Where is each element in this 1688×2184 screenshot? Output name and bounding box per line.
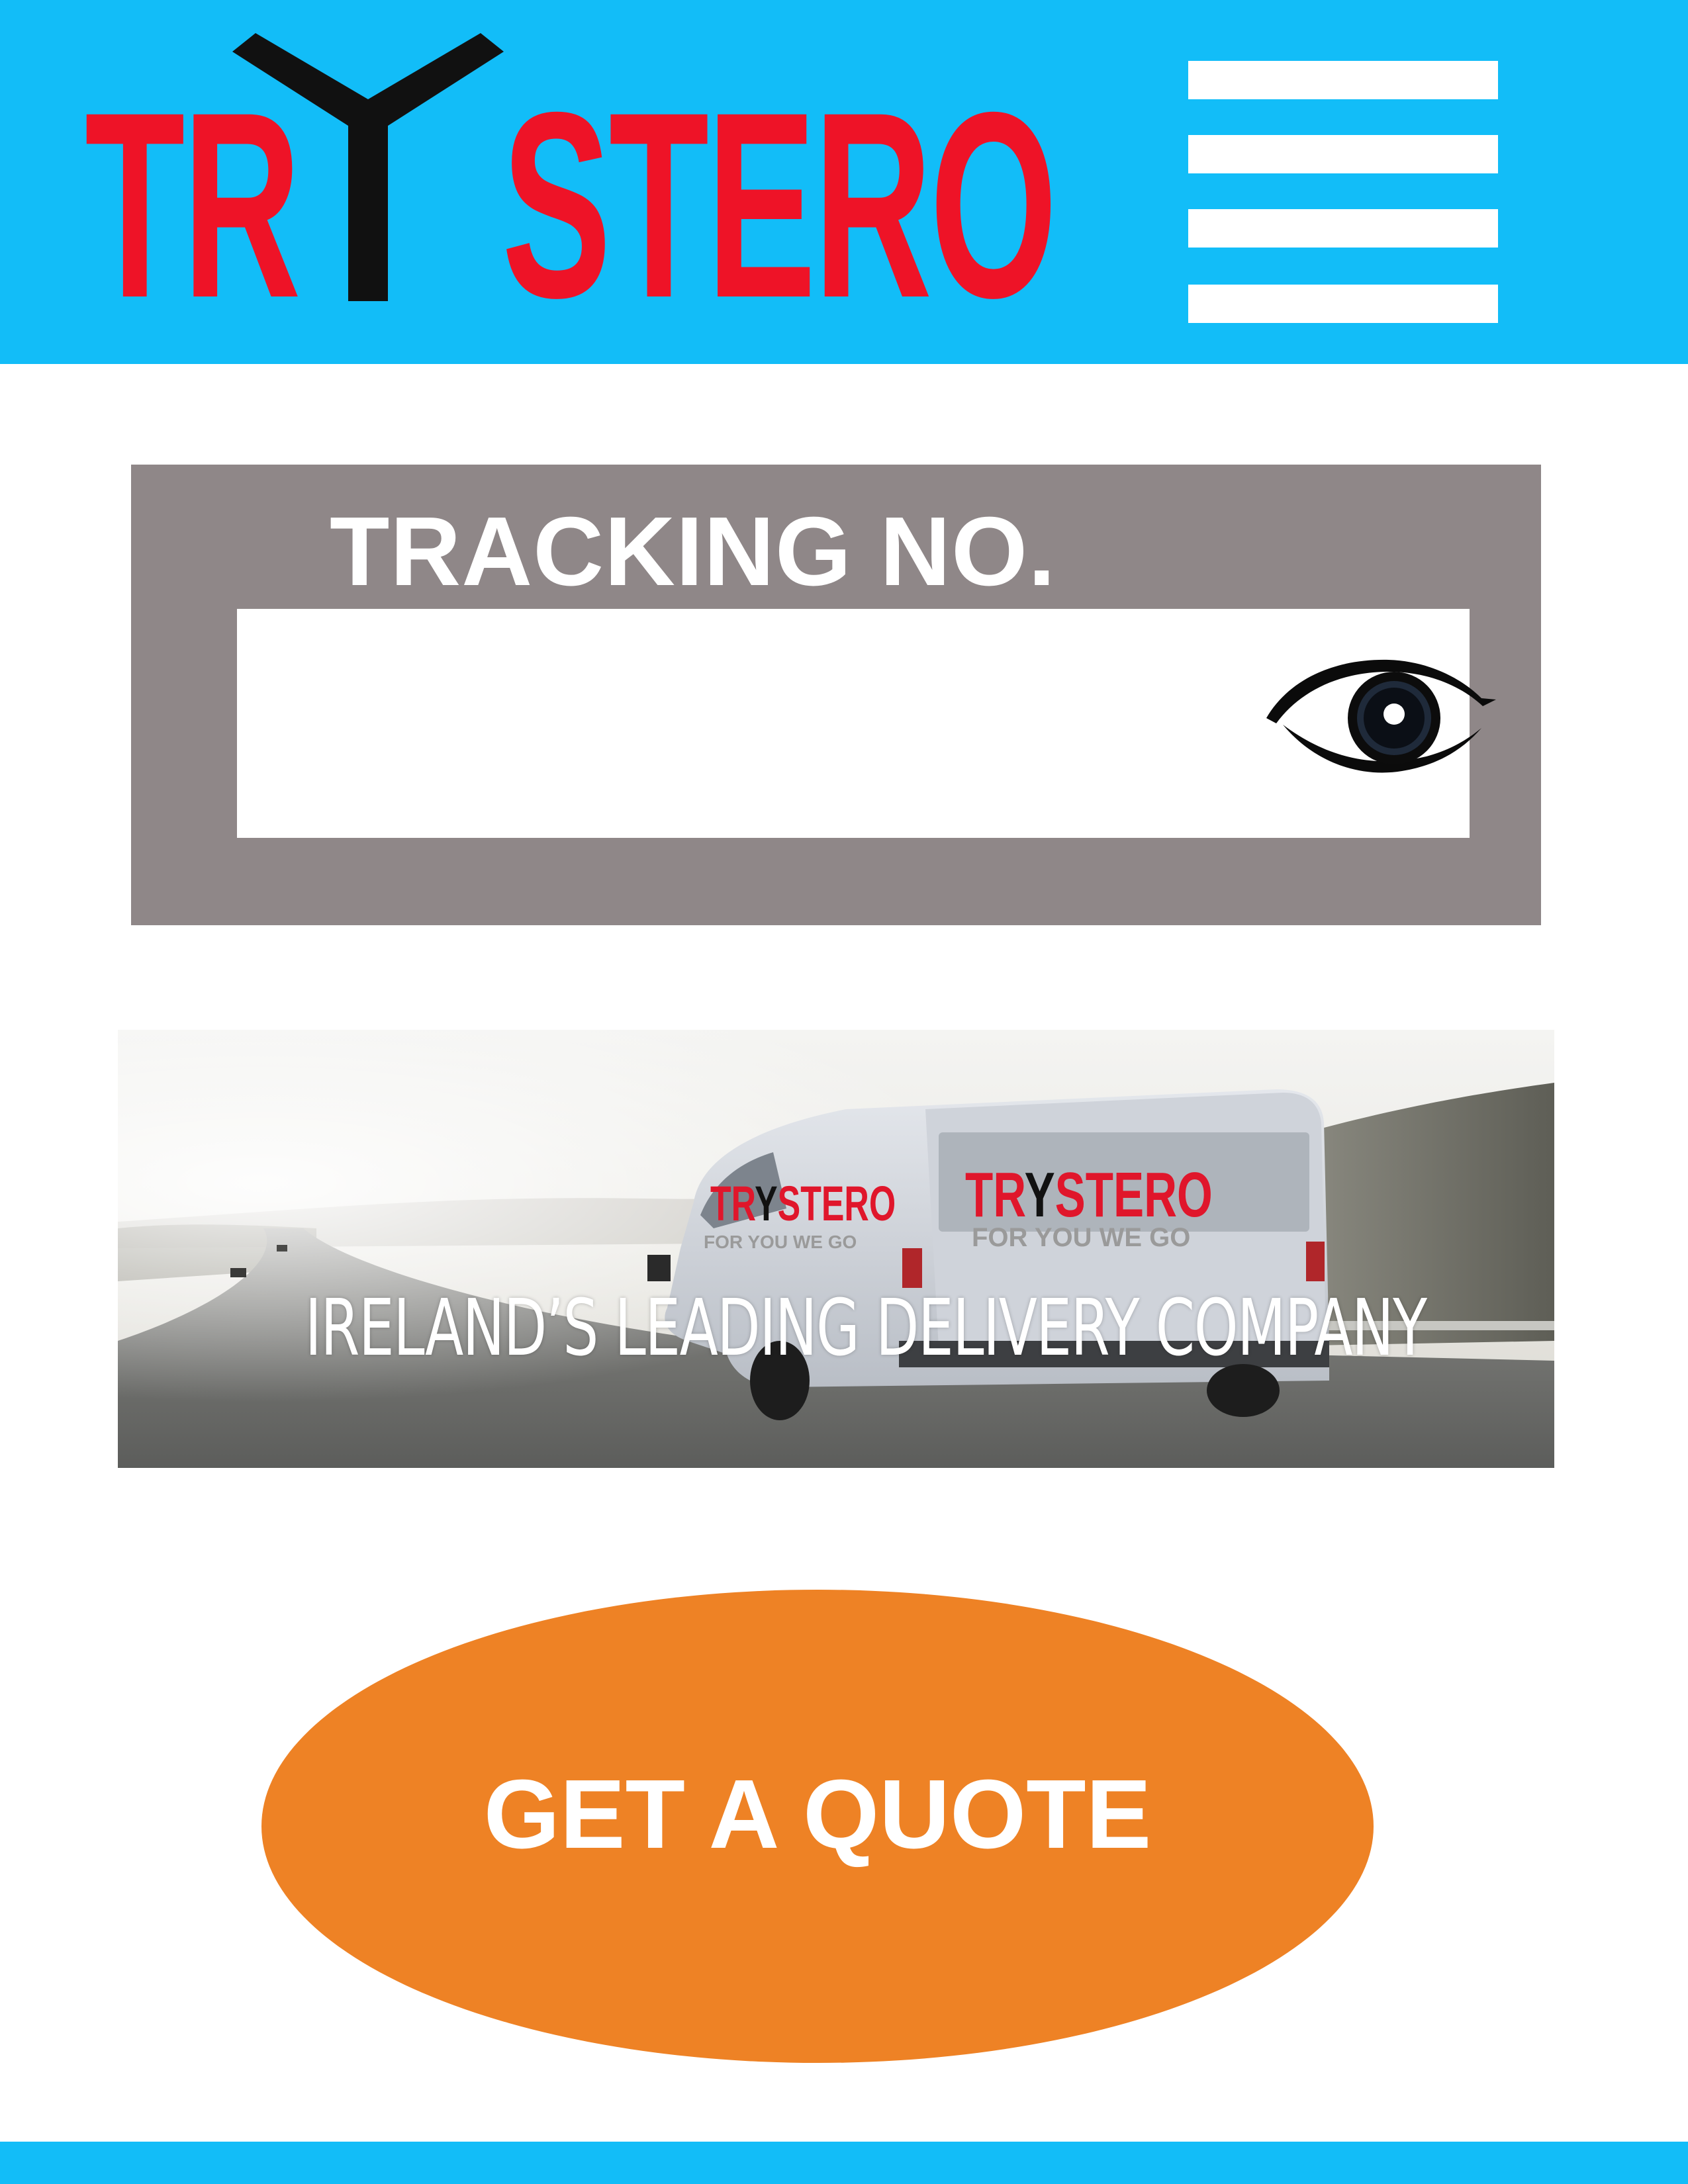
- van-side-tagline: FOR YOU WE GO: [704, 1232, 857, 1252]
- menu-bar: [1188, 61, 1498, 99]
- tracking-input-box: [237, 609, 1496, 838]
- van-rear-logo-left: TR: [965, 1160, 1025, 1230]
- page: TR STERO TRACKING NO. TRYSTERO FOR YOU W…: [0, 0, 1688, 2184]
- van-side-logo-left: TR: [710, 1176, 755, 1231]
- menu-bar: [1188, 135, 1498, 173]
- header: TR STERO: [0, 0, 1688, 364]
- eye-icon[interactable]: [1263, 652, 1501, 784]
- trystero-logo[interactable]: TR STERO: [85, 33, 1057, 338]
- van-side-logo: TRYSTERO: [710, 1176, 896, 1231]
- hamburger-menu-icon[interactable]: [1188, 61, 1498, 323]
- logo-text-right: STERO: [502, 57, 1057, 353]
- tracking-label: TRACKING NO.: [330, 497, 1056, 606]
- menu-bar: [1188, 285, 1498, 323]
- van-rear-logo-right: STERO: [1055, 1160, 1213, 1230]
- logo-y-mark: [232, 33, 504, 301]
- van-rear-logo: TRYSTERO: [965, 1160, 1213, 1230]
- tracking-panel: TRACKING NO.: [131, 465, 1541, 925]
- van-rear-tagline: FOR YOU WE GO: [972, 1223, 1191, 1252]
- hero-banner: TRYSTERO FOR YOU WE GO TRYSTERO FOR YOU …: [118, 1030, 1554, 1468]
- banner-caption: IRELAND’S LEADING DELIVERY COMPANY: [305, 1282, 1427, 1373]
- get-a-quote-button[interactable]: GET A QUOTE: [261, 1590, 1374, 2063]
- van-side-logo-right: STERO: [777, 1176, 896, 1231]
- tracking-number-input[interactable]: [237, 609, 1164, 838]
- get-a-quote-label: GET A QUOTE: [483, 1760, 1152, 1869]
- menu-bar: [1188, 209, 1498, 248]
- footer-bar: [0, 2142, 1688, 2184]
